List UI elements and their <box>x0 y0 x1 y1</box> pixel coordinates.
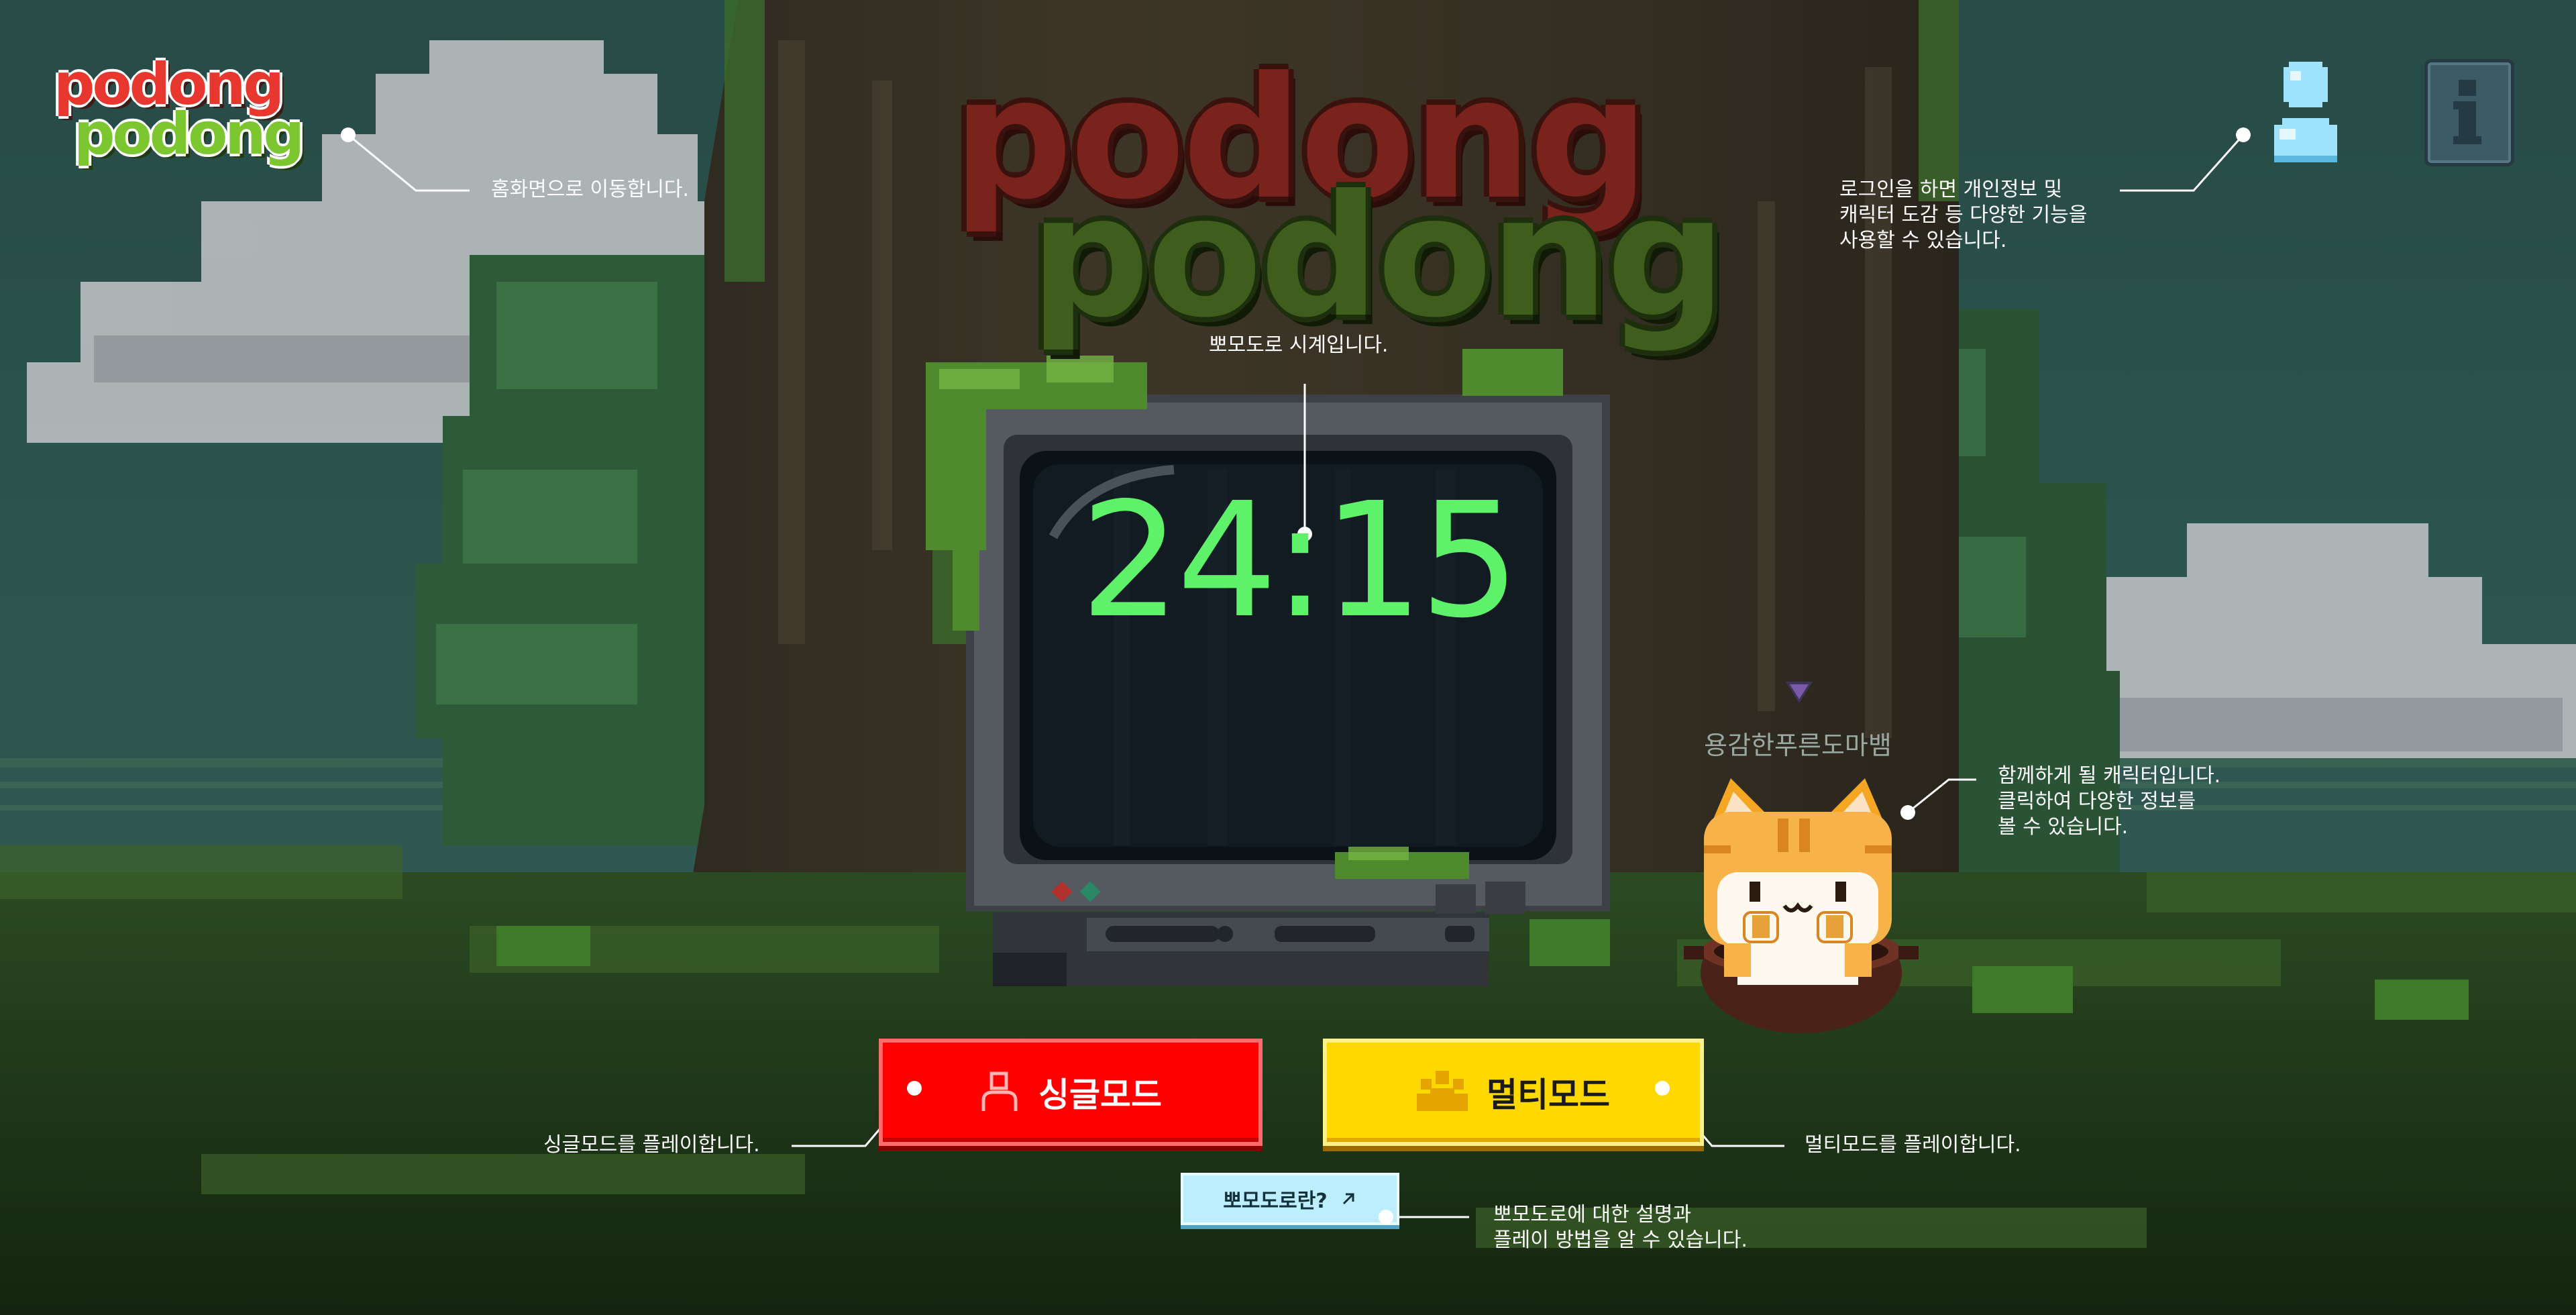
multi-annotation-dot <box>1655 1081 1670 1096</box>
character-annotation-dot <box>1900 805 1915 820</box>
character-pointer-icon <box>1786 682 1813 703</box>
about-annotation-dot <box>1379 1210 1393 1224</box>
character-name: 용감한푸른도마뱀 <box>1704 731 1892 760</box>
single-annotation: 싱글모드를 플레이합니다. <box>543 1133 760 1157</box>
login-annotation: 로그인을 하면 개인정보 및 캐릭터 도감 등 다양한 기능을 사용할 수 있습… <box>1839 178 2088 252</box>
about-annotation: 뽀모도로에 대한 설명과 플레이 방법을 알 수 있습니다. <box>1493 1203 1748 1252</box>
user-icon <box>2274 62 2337 162</box>
single-person-icon <box>981 1071 1018 1111</box>
login-button[interactable] <box>2266 59 2345 165</box>
multi-mode-button[interactable]: 멀티모드 <box>1323 1039 1704 1146</box>
info-icon <box>2453 80 2481 144</box>
arrow-up-right-icon <box>1342 1193 1354 1205</box>
character-annotation: 함께하게 될 캐릭터입니다. 클릭하여 다양한 정보를 볼 수 있습니다. <box>1998 764 2221 839</box>
home-logo-link[interactable]: podong podong <box>47 47 329 181</box>
logo-line-2: podong <box>74 101 305 168</box>
character-cat[interactable] <box>1677 772 1919 1047</box>
login-annotation-dot <box>2236 127 2251 142</box>
single-mode-button[interactable]: 싱글모드 <box>879 1039 1263 1146</box>
about-pomodoro-label: 뽀모도로란? <box>1223 1190 1328 1213</box>
multi-mode-label: 멀티모드 <box>1487 1075 1610 1114</box>
cat-character-icon <box>1704 778 1892 985</box>
about-pomodoro-button[interactable]: 뽀모도로란? <box>1181 1173 1399 1225</box>
multi-annotation: 멀티모드를 플레이합니다. <box>1805 1133 2021 1157</box>
home-annotation: 홈화면으로 이동합니다. <box>491 178 690 201</box>
single-annotation-dot <box>907 1081 922 1096</box>
home-annotation-dot <box>341 127 356 142</box>
title-logo-line-2: podong <box>1030 159 1726 354</box>
single-mode-label: 싱글모드 <box>1038 1075 1162 1114</box>
pomodoro-clock: 24:15 <box>1079 468 1520 653</box>
group-icon <box>1417 1071 1468 1111</box>
clock-annotation: 뽀모도로 시계입니다. <box>1209 333 1389 357</box>
info-button[interactable] <box>2424 59 2514 166</box>
